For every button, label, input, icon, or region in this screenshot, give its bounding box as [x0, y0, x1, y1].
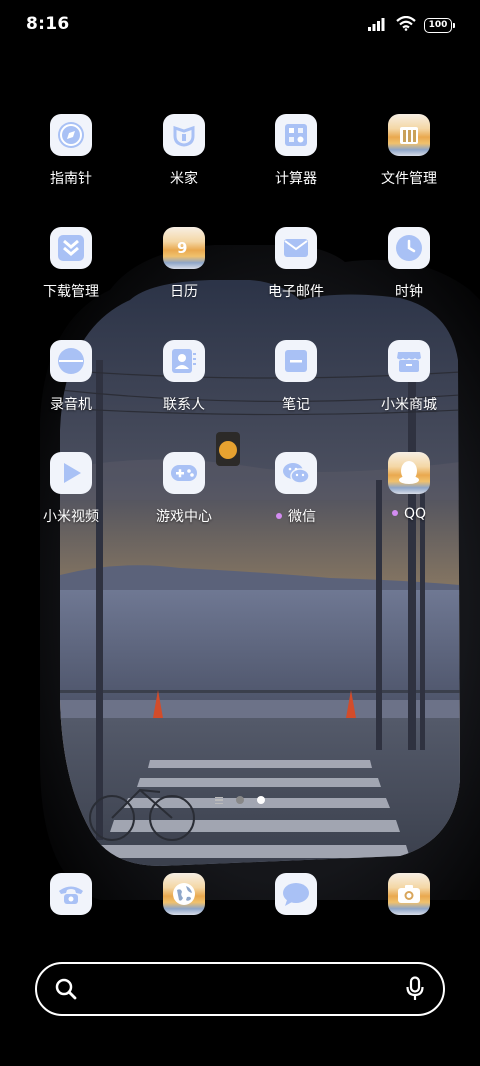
app-label: 下载管理	[43, 284, 99, 300]
qq-penguin-icon	[388, 452, 430, 494]
app-contacts[interactable]: 联系人	[134, 340, 234, 414]
app-label: 米家	[170, 171, 198, 187]
app-calendar[interactable]: 9 日历	[134, 227, 234, 301]
app-label: 游戏中心	[156, 509, 212, 525]
search-bar[interactable]	[35, 962, 445, 1016]
wechat-icon	[275, 452, 317, 494]
microphone-icon[interactable]	[405, 976, 425, 1006]
app-label: 小米商城	[381, 397, 437, 413]
app-label: QQ	[403, 506, 427, 522]
phone-icon	[50, 873, 92, 915]
calendar-icon: 9	[163, 227, 205, 269]
dock-browser[interactable]	[134, 873, 234, 915]
app-label: 小米视频	[43, 509, 99, 525]
app-mistore[interactable]: 小米商城	[359, 340, 459, 414]
app-label: 文件管理	[381, 171, 437, 187]
status-bar: 8:16 100	[0, 0, 480, 50]
mail-icon	[275, 227, 317, 269]
app-clock[interactable]: 时钟	[359, 227, 459, 301]
app-label: 录音机	[50, 397, 92, 413]
page-indicator[interactable]	[0, 796, 480, 804]
app-downloads[interactable]: 下载管理	[21, 227, 121, 301]
clock-icon	[388, 227, 430, 269]
app-mijia[interactable]: 米家	[134, 114, 234, 188]
notes-icon	[275, 340, 317, 382]
app-label: 电子邮件	[268, 284, 324, 300]
store-icon	[388, 340, 430, 382]
svg-text:9: 9	[177, 239, 187, 257]
app-label: 指南针	[50, 171, 92, 187]
app-files[interactable]: 文件管理	[359, 114, 459, 188]
app-email[interactable]: 电子邮件	[246, 227, 346, 301]
dock-camera[interactable]	[359, 873, 459, 915]
notification-dot	[391, 510, 398, 516]
app-label: 微信	[288, 509, 316, 525]
app-wechat[interactable]: 微信	[246, 452, 346, 526]
app-compass[interactable]: 指南针	[21, 114, 121, 188]
status-time: 8:16	[26, 14, 70, 34]
mijia-icon	[163, 114, 205, 156]
app-drawer-menu-icon[interactable]	[215, 796, 223, 804]
app-label: 联系人	[163, 397, 205, 413]
page-dot-1[interactable]	[236, 796, 244, 804]
app-video[interactable]: 小米视频	[21, 452, 121, 526]
message-icon	[275, 873, 317, 915]
app-calculator[interactable]: 计算器	[246, 114, 346, 188]
app-recorder[interactable]: 录音机	[21, 340, 121, 414]
app-qq[interactable]: QQ	[359, 452, 459, 522]
play-icon	[50, 452, 92, 494]
browser-globe-icon	[163, 873, 205, 915]
wifi-icon	[396, 15, 416, 35]
download-icon	[50, 227, 92, 269]
signal-icon	[368, 16, 388, 35]
dock-messages[interactable]	[246, 873, 346, 915]
battery-indicator: 100	[424, 18, 455, 33]
app-label: 计算器	[275, 171, 317, 187]
app-notes[interactable]: 笔记	[246, 340, 346, 414]
page-dot-2-active[interactable]	[257, 796, 265, 804]
folder-icon	[388, 114, 430, 156]
camera-icon	[388, 873, 430, 915]
calculator-icon	[275, 114, 317, 156]
app-label: 日历	[170, 284, 198, 300]
app-label: 时钟	[395, 284, 423, 300]
app-label: 笔记	[282, 397, 310, 413]
search-input[interactable]	[89, 976, 387, 1004]
gamepad-icon	[163, 452, 205, 494]
app-gamecenter[interactable]: 游戏中心	[134, 452, 234, 526]
search-icon[interactable]	[55, 978, 77, 1004]
contacts-icon	[163, 340, 205, 382]
compass-icon	[50, 114, 92, 156]
dock-phone[interactable]	[21, 873, 121, 915]
notification-dot	[276, 513, 282, 519]
recorder-icon	[50, 340, 92, 382]
